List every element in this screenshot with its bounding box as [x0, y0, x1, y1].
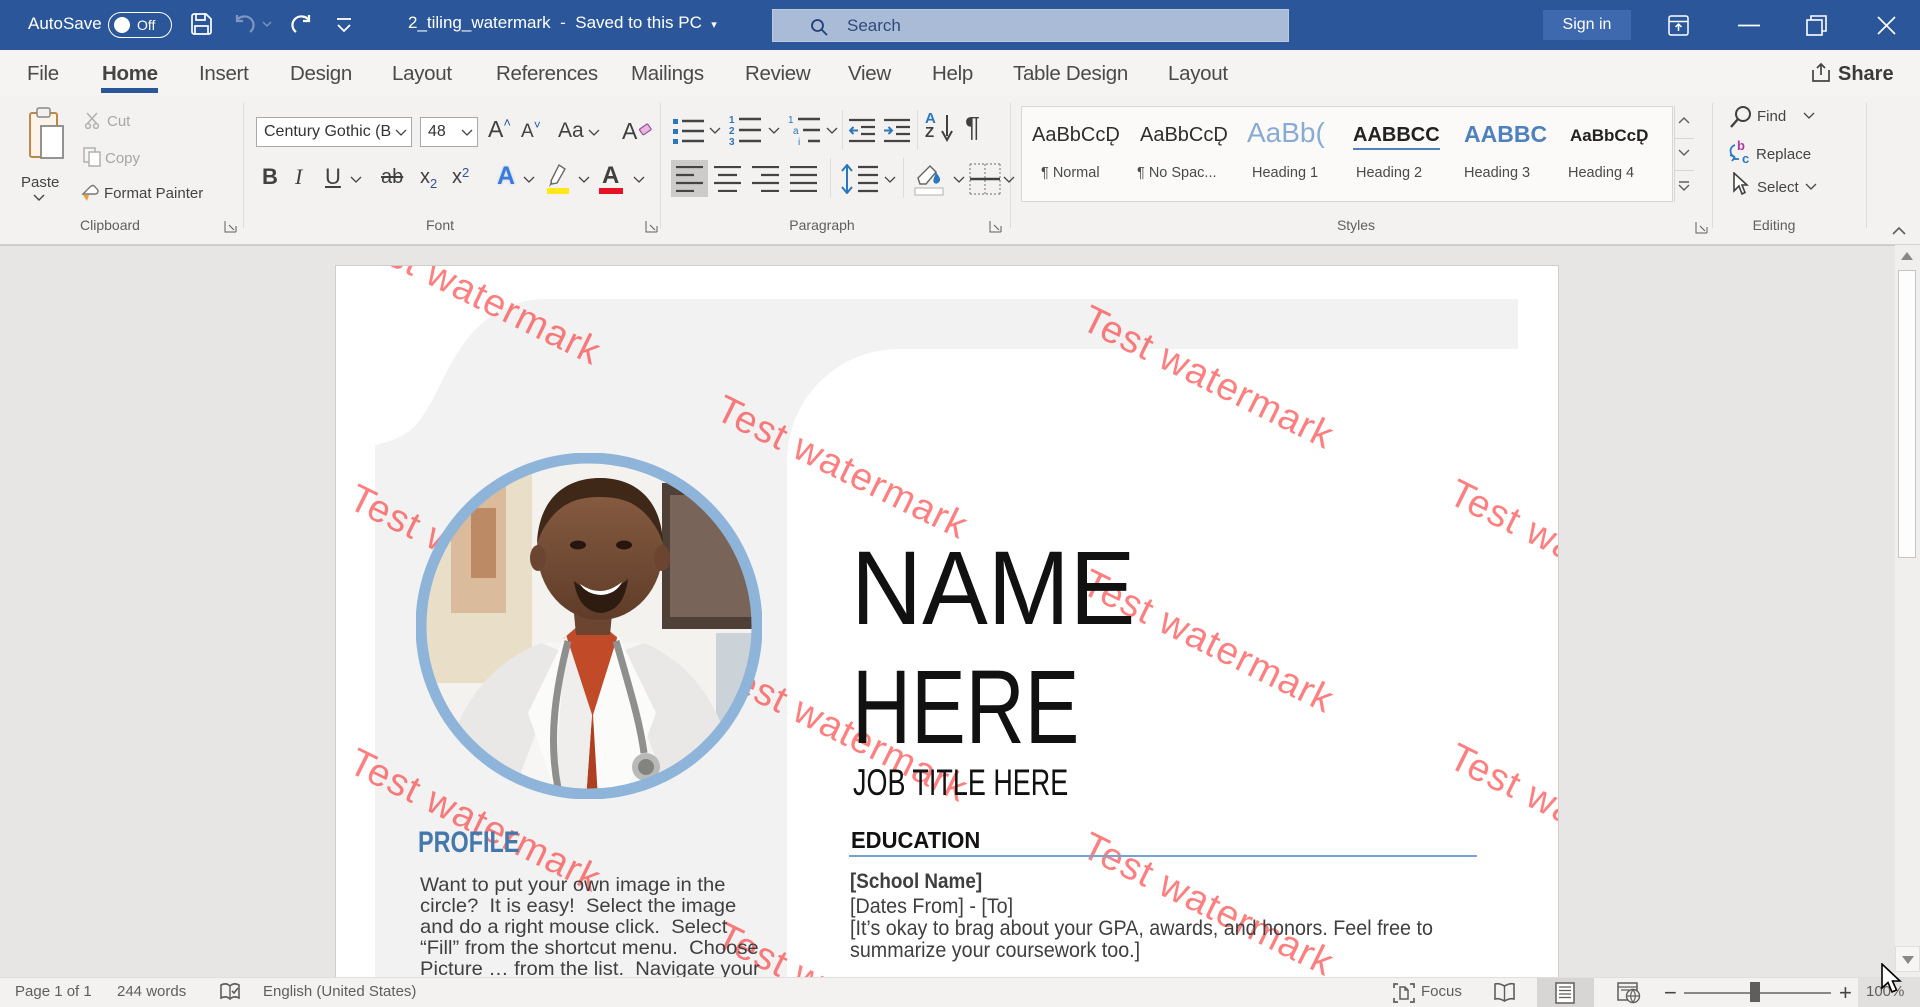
svg-text:2: 2 [729, 126, 735, 137]
svg-text:i: i [798, 137, 800, 146]
svg-text:1: 1 [788, 115, 794, 126]
svg-text:1: 1 [729, 115, 735, 126]
svg-text:a: a [793, 126, 799, 137]
svg-text:3: 3 [729, 137, 735, 146]
svg-text:c: c [1742, 151, 1749, 165]
